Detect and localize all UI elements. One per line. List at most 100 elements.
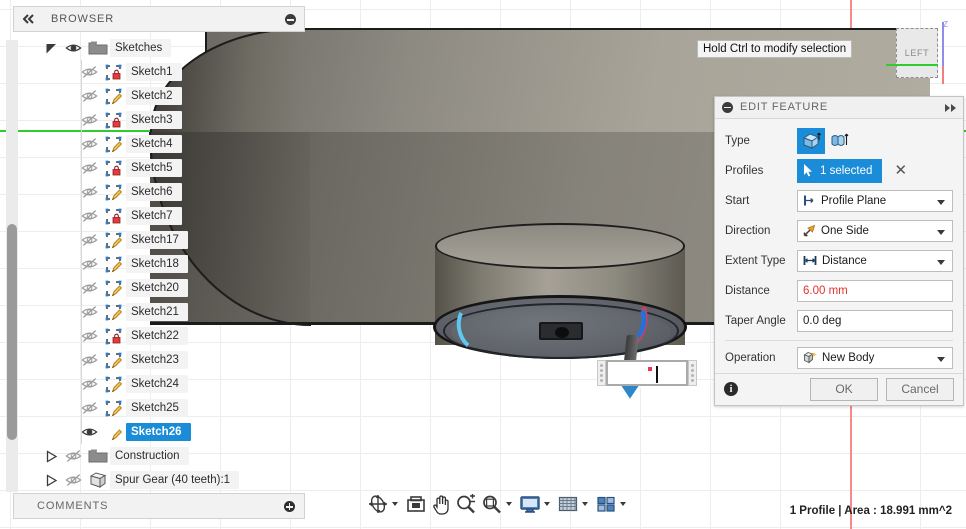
comments-add-icon[interactable] — [284, 501, 295, 512]
tree-disclosure-toggle[interactable] — [42, 449, 60, 463]
visibility-toggle[interactable] — [76, 88, 102, 104]
tree-item-sketch1[interactable]: Sketch1 — [16, 60, 306, 84]
grid-snaps-caret-icon[interactable] — [582, 502, 588, 506]
tree-item-sketch5[interactable]: Sketch5 — [16, 156, 306, 180]
browser-collapse-icon[interactable] — [285, 14, 296, 25]
disclosure-collapsed-icon[interactable] — [45, 473, 58, 487]
cylindrical-boss[interactable] — [433, 223, 687, 403]
operation-dropdown[interactable]: New Body — [797, 346, 953, 369]
tree-item-sketch25[interactable]: Sketch25 — [16, 396, 306, 420]
visibility-toggle[interactable] — [76, 208, 102, 224]
tree-item-sketch18[interactable]: Sketch18 — [16, 252, 306, 276]
browser-tree[interactable]: Sketches Sketch1 Sketch2 Sketch3 Sketch4 Sket… — [16, 36, 306, 492]
visibility-toggle[interactable] — [76, 64, 102, 80]
visibility-toggle[interactable] — [76, 376, 102, 392]
visibility-toggle[interactable] — [76, 112, 102, 128]
visibility-toggle[interactable] — [76, 232, 102, 248]
dialog-expand-icon[interactable] — [945, 104, 956, 112]
dimension-input-group[interactable] — [597, 359, 697, 387]
tree-item-sketch3[interactable]: Sketch3 — [16, 108, 306, 132]
start-dropdown[interactable]: Profile Plane — [797, 189, 953, 212]
pan-button[interactable] — [430, 491, 452, 517]
taper-angle-input[interactable]: 0.0 deg — [797, 309, 953, 332]
dialog-header[interactable]: EDIT FEATURE — [715, 97, 963, 119]
view-cube-face-left[interactable]: LEFT — [896, 28, 938, 78]
profiles-clear-icon[interactable]: ✕ — [894, 163, 907, 178]
visibility-toggle[interactable] — [76, 160, 102, 176]
visibility-toggle[interactable] — [76, 400, 102, 416]
orbit-caret-icon[interactable] — [392, 502, 398, 506]
zoom-fit-caret-icon[interactable] — [506, 502, 512, 506]
display-settings-caret-icon[interactable] — [544, 502, 550, 506]
comments-panel-header[interactable]: COMMENTS — [13, 493, 305, 519]
tree-item-sketch22[interactable]: Sketch22 — [16, 324, 306, 348]
tree-disclosure-toggle[interactable] — [42, 42, 60, 55]
tree-item-sketch24[interactable]: Sketch24 — [16, 372, 306, 396]
double-chevron-left-icon[interactable] — [22, 14, 35, 24]
look-at-button[interactable] — [404, 491, 428, 517]
tree-item-sketch21[interactable]: Sketch21 — [16, 300, 306, 324]
tree-connector — [81, 204, 82, 228]
tree-item-sketch7[interactable]: Sketch7 — [16, 204, 306, 228]
visibility-toggle[interactable] — [76, 256, 102, 272]
folder-icon — [88, 449, 108, 463]
tree-item-sketch2[interactable]: Sketch2 — [16, 84, 306, 108]
dimension-right-grip[interactable] — [688, 360, 697, 386]
tree-item-sketch20[interactable]: Sketch20 — [16, 276, 306, 300]
navigation-toolbar[interactable] — [366, 491, 630, 517]
tree-item-sketch4[interactable]: Sketch4 — [16, 132, 306, 156]
visibility-toggle[interactable] — [60, 40, 86, 56]
tree-item-sketch23[interactable]: Sketch23 — [16, 348, 306, 372]
dimension-input-field[interactable] — [606, 360, 688, 386]
eye-hidden-icon — [80, 330, 98, 342]
tree-item-sketch26[interactable]: Sketch26 — [16, 420, 306, 444]
viewports-button[interactable] — [594, 491, 630, 517]
extent-type-dropdown[interactable]: Distance — [797, 249, 953, 272]
visibility-toggle[interactable] — [76, 304, 102, 320]
tree-item-construction[interactable]: Construction — [16, 444, 306, 468]
visibility-toggle[interactable] — [76, 280, 102, 296]
start-chevron-down-icon[interactable] — [937, 199, 945, 205]
zoom-button[interactable] — [454, 491, 478, 517]
disclosure-collapsed-icon[interactable] — [45, 449, 58, 463]
grid-snaps-button[interactable] — [556, 491, 592, 517]
tree-item-spur-gear-40-teeth-1[interactable]: Spur Gear (40 teeth):1 — [16, 468, 306, 492]
dimension-left-grip[interactable] — [597, 360, 606, 386]
operation-chevron-down-icon[interactable] — [937, 356, 945, 362]
tree-disclosure-toggle[interactable] — [42, 473, 60, 487]
tree-item-sketch6[interactable]: Sketch6 — [16, 180, 306, 204]
zoom-fit-icon — [483, 495, 501, 514]
direction-chevron-down-icon[interactable] — [937, 229, 945, 235]
browser-panel-header[interactable]: BROWSER — [13, 6, 305, 32]
folder-icon — [88, 41, 108, 55]
extrude-surface-button[interactable] — [825, 128, 853, 154]
ok-button[interactable]: OK — [810, 377, 878, 401]
edit-feature-dialog[interactable]: EDIT FEATURE Type Profiles 1 selected ✕ … — [714, 96, 964, 406]
extrude-profile-button[interactable] — [797, 127, 825, 154]
tree-item-label: Sketch20 — [126, 279, 188, 297]
info-icon[interactable]: i — [724, 382, 738, 397]
visibility-toggle[interactable] — [76, 136, 102, 152]
visibility-toggle[interactable] — [76, 424, 102, 440]
tree-item-sketches[interactable]: Sketches — [16, 36, 306, 60]
profiles-select-button[interactable]: 1 selected — [797, 158, 883, 183]
zoom-fit-button[interactable] — [480, 491, 516, 517]
display-settings-button[interactable] — [518, 491, 554, 517]
disclosure-expanded-icon[interactable] — [45, 42, 58, 55]
viewports-caret-icon[interactable] — [620, 502, 626, 506]
visibility-toggle[interactable] — [76, 352, 102, 368]
extent-type-chevron-down-icon[interactable] — [937, 259, 945, 265]
tree-item-sketch17[interactable]: Sketch17 — [16, 228, 306, 252]
visibility-toggle[interactable] — [76, 184, 102, 200]
visibility-toggle[interactable] — [60, 448, 86, 464]
dialog-collapse-icon[interactable] — [722, 101, 733, 113]
visibility-toggle[interactable] — [60, 472, 86, 488]
cancel-button[interactable]: Cancel — [886, 377, 954, 401]
eye-hidden-icon — [80, 306, 98, 318]
orbit-button[interactable] — [366, 491, 402, 517]
view-cube[interactable]: LEFT Z — [886, 20, 948, 84]
visibility-toggle[interactable] — [76, 328, 102, 344]
tree-connector — [81, 348, 82, 372]
distance-input[interactable]: 6.00 mm — [797, 279, 953, 302]
direction-dropdown[interactable]: One Side — [797, 219, 953, 242]
